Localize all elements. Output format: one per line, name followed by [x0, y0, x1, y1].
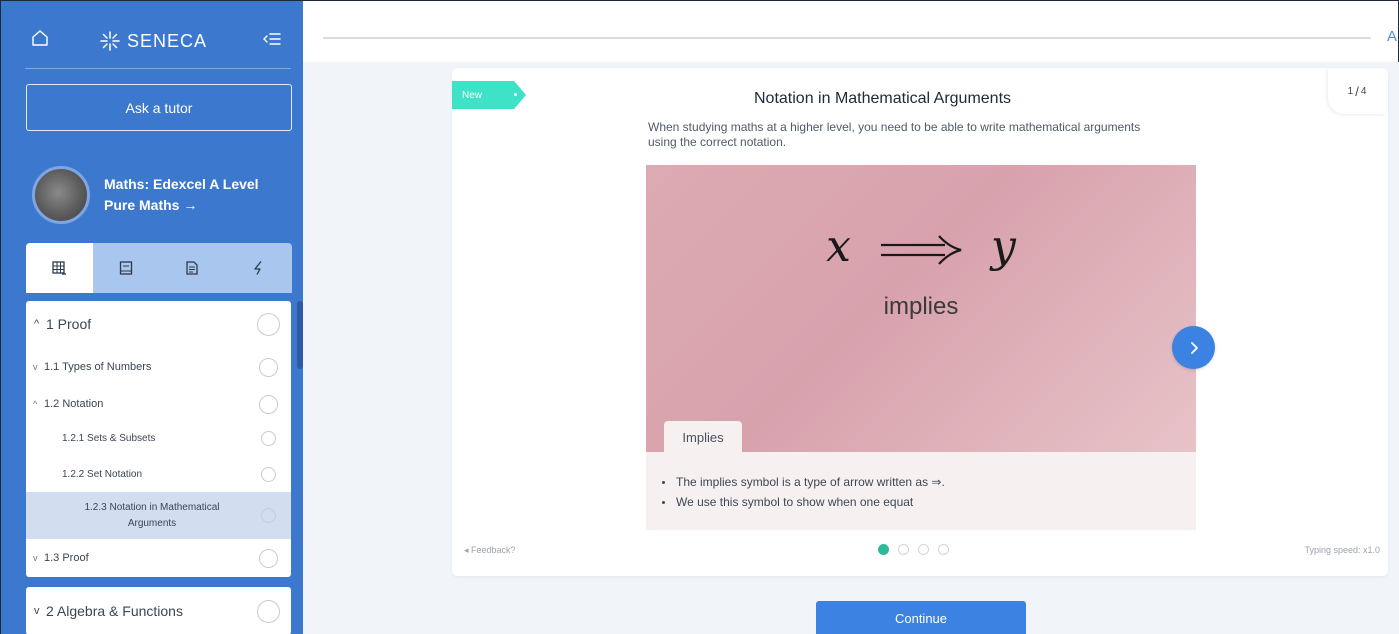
- formula-right: y: [990, 221, 1016, 272]
- toc-item-label: 1.2.3 Notation in Mathematical Arguments: [84, 501, 220, 529]
- course-avatar: [32, 166, 90, 224]
- toc-item-label: 1.2.1 Sets & Subsets: [62, 433, 156, 444]
- card-description: When studying maths at a higher level, y…: [648, 120, 1141, 149]
- lesson-card: New 1 / 4 Notation in Mathematical Argum…: [452, 68, 1388, 576]
- seneca-logo-icon: [100, 31, 120, 51]
- course-header: Maths: Edexcel A Level Pure Maths →: [32, 166, 274, 224]
- card-title: Notation in Mathematical Arguments: [754, 90, 1012, 107]
- new-badge: New: [452, 81, 526, 109]
- toc-item-2-algebra[interactable]: v 2 Algebra & Functions: [26, 587, 291, 634]
- tab-notes[interactable]: [159, 243, 226, 293]
- chevron-up-icon: ^: [34, 318, 40, 330]
- concept-slide: x y implies Implies: [646, 165, 1196, 454]
- progress-circle-icon: [259, 548, 278, 568]
- slide-dot[interactable]: [918, 544, 929, 555]
- slide-dots: [878, 544, 949, 555]
- formula: x y: [646, 221, 1196, 273]
- toc-item-label: 1.2 Notation: [44, 398, 104, 410]
- chevron-down-icon: v: [33, 362, 38, 372]
- seneca-logo[interactable]: SENECA: [99, 30, 207, 52]
- tab-contents[interactable]: [26, 243, 93, 293]
- sidebar-divider: [25, 68, 291, 69]
- chevron-down-icon: v: [33, 553, 38, 563]
- collapse-sidebar-icon[interactable]: [263, 31, 281, 47]
- toc-item-1-proof[interactable]: ^ 1 Proof: [26, 301, 291, 347]
- toc-item-1-2-2[interactable]: 1.2.2 Set Notation: [26, 456, 291, 492]
- sidebar-tabs: [26, 243, 292, 293]
- badge-dot: [514, 93, 517, 96]
- typing-speed-control[interactable]: Typing speed: x1.0: [1304, 545, 1380, 555]
- feedback-link[interactable]: ◂ Feedback?: [464, 545, 516, 556]
- formula-word: implies: [883, 293, 959, 320]
- course-name-link[interactable]: Maths: Edexcel A Level Pure Maths →: [104, 174, 274, 216]
- top-bar: A: [303, 0, 1399, 62]
- bullet-item: We use this symbol to show when one equa…: [662, 492, 1196, 512]
- megaphone-icon: ◂: [464, 545, 472, 555]
- chevron-right-icon: [1190, 341, 1198, 354]
- slide-tab-label[interactable]: Implies: [664, 421, 742, 454]
- slide-dot[interactable]: [938, 544, 949, 555]
- document-icon: [186, 261, 198, 275]
- new-badge-label: New: [462, 89, 483, 101]
- concept-bullets: The implies symbol is a type of arrow wr…: [646, 452, 1196, 530]
- progress-circle-icon: [259, 357, 278, 377]
- chevron-up-icon: ^: [33, 399, 38, 409]
- continue-button[interactable]: Continue: [816, 601, 1026, 634]
- pager-total: 4: [1360, 85, 1367, 97]
- feedback-label: Feedback?: [471, 545, 516, 555]
- progress-circle-icon: [261, 508, 276, 523]
- toc-item-1-2[interactable]: ^ 1.2 Notation: [26, 387, 291, 421]
- lightning-icon: [254, 261, 262, 275]
- next-slide-button[interactable]: [1172, 326, 1215, 369]
- progress-circle-icon: [257, 312, 280, 336]
- card-pager: 1 / 4: [1328, 68, 1386, 114]
- slide-dot[interactable]: [878, 544, 889, 555]
- toc-item-1-2-1[interactable]: 1.2.1 Sets & Subsets: [26, 421, 291, 456]
- toc-item-label: 1.2.2 Set Notation: [62, 468, 143, 480]
- toc-item-1-2-3[interactable]: 1.2.3 Notation in Mathematical Arguments: [26, 492, 291, 539]
- tab-book[interactable]: [93, 243, 160, 293]
- toc-item-label: 1.1 Types of Numbers: [44, 361, 152, 373]
- toc-item-1-3[interactable]: v 1.3 Proof: [26, 539, 291, 577]
- toc-item-label: 1 Proof: [46, 316, 92, 332]
- toc-item-label: 2 Algebra & Functions: [46, 603, 183, 619]
- pager-slash: /: [1355, 83, 1359, 99]
- logo-text: SENECA: [127, 30, 208, 51]
- bullet-item: The implies symbol is a type of arrow wr…: [662, 472, 1196, 492]
- progress-circle-icon: [261, 431, 276, 446]
- sidebar-header: SENECA: [1, 1, 304, 69]
- table-of-contents: ^ 1 Proof v 1.1 Types of Numbers ^ 1.2 N…: [26, 301, 291, 577]
- sidebar: SENECA Ask a tutor Maths: Edexcel A Leve…: [0, 0, 303, 634]
- formula-left: x: [826, 221, 851, 272]
- progress-circle-icon: [257, 599, 280, 623]
- grid-icon: [52, 261, 67, 275]
- ask-a-tutor-button[interactable]: Ask a tutor: [26, 84, 292, 131]
- book-icon: [119, 261, 132, 275]
- toc-item-label: 1.3 Proof: [44, 552, 89, 564]
- toc-item-1-1[interactable]: v 1.1 Types of Numbers: [26, 347, 291, 387]
- progress-circle-icon: [261, 466, 276, 482]
- progress-circle-icon: [259, 394, 278, 414]
- topbar-edge-text: A: [1387, 28, 1398, 45]
- home-icon[interactable]: [31, 29, 49, 47]
- sidebar-scrollbar[interactable]: [297, 301, 303, 369]
- chevron-down-icon: v: [34, 605, 40, 617]
- tab-smart-learning[interactable]: [226, 243, 293, 293]
- session-progress-bar: [323, 37, 1371, 39]
- implies-arrow-icon: [880, 234, 962, 265]
- slide-dot[interactable]: [898, 544, 909, 555]
- pager-current: 1: [1347, 85, 1354, 97]
